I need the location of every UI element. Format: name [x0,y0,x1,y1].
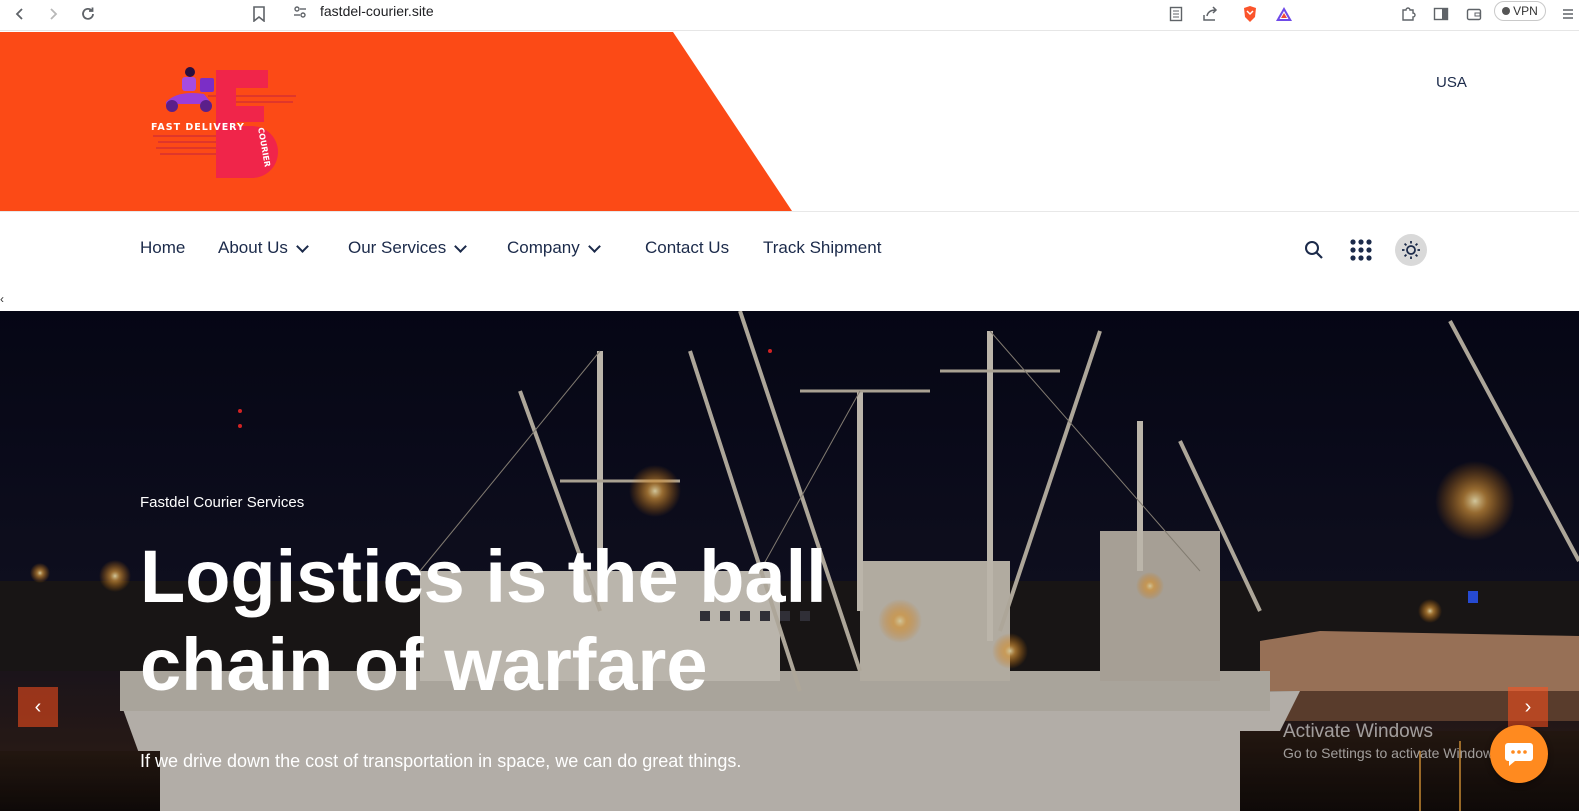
extensions-icon[interactable] [1396,2,1420,26]
nav-home[interactable]: Home [140,238,185,258]
search-icon[interactable] [1298,234,1330,266]
site-logo[interactable]: FAST DELIVERY COURIER [148,66,298,182]
reload-icon[interactable] [76,2,100,26]
hero-subtitle: If we drive down the cost of transportat… [140,751,742,771]
nav-track-shipment[interactable]: Track Shipment [763,238,881,258]
site-header: FAST DELIVERY COURIER USA [0,32,1579,211]
chat-button[interactable] [1490,725,1548,783]
wallet-icon[interactable] [1462,2,1486,26]
theme-toggle-button[interactable] [1395,234,1427,266]
nav-company[interactable]: Company [507,238,601,258]
nav-about-us[interactable]: About Us [218,238,309,258]
sidebar-icon[interactable] [1429,2,1453,26]
bookmark-icon[interactable] [247,2,271,26]
nav-track-shipment-label: Track Shipment [763,238,882,257]
share-icon[interactable] [1198,2,1222,26]
chevron-down-icon [454,239,468,253]
chevron-down-icon [296,239,309,253]
main-nav: Home About Us Our Services Company Conta… [0,211,1579,311]
back-icon[interactable] [8,2,32,26]
browser-toolbar: fastdel-courier.site VPN [0,0,1579,31]
brave-shield-icon[interactable] [1238,2,1262,26]
browser-menu-icon[interactable] [1556,2,1579,26]
vpn-status-icon [1502,7,1511,15]
vpn-label: VPN [1513,4,1538,18]
nav-contact-us[interactable]: Contact Us [645,238,729,258]
brave-rewards-icon[interactable] [1272,2,1296,26]
chevron-left-icon: ‹ [34,695,42,718]
forward-icon[interactable] [41,2,65,26]
nav-our-services-label: Our Services [348,238,447,257]
nav-about-us-label: About Us [218,238,288,257]
activate-title: Activate Windows [1283,721,1433,742]
nav-contact-us-label: Contact Us [645,238,730,257]
windows-activation-watermark: Activate Windows Go to Settings to activ… [1283,721,1504,761]
hero-slider: Fastdel Courier Services Logistics is th… [0,311,1579,811]
sun-icon [1402,241,1420,259]
site-settings-icon[interactable] [288,0,312,24]
url-text[interactable]: fastdel-courier.site [320,3,434,19]
chevron-right-icon: › [1524,695,1532,718]
vpn-button[interactable]: VPN [1494,1,1546,21]
reader-mode-icon[interactable] [1164,2,1188,26]
hero-title: Logistics is the ball chain of warfare [140,535,827,706]
chevron-down-icon [587,239,601,253]
svg-text:FAST DELIVERY: FAST DELIVERY [151,122,245,133]
hero-kicker: Fastdel Courier Services [140,494,305,511]
slider-next-button[interactable]: › [1508,687,1548,727]
country-selector[interactable]: USA [1436,74,1467,91]
nav-home-label: Home [140,238,186,257]
address-bar[interactable] [282,0,1302,27]
chevron-left-icon: ‹ [0,292,4,306]
header-orange-banner [0,32,792,211]
slider-prev-button[interactable]: ‹ [18,687,58,727]
nav-company-label: Company [507,238,580,257]
nav-our-services[interactable]: Our Services [348,238,468,258]
grid-menu-icon[interactable] [1345,234,1377,266]
activate-subtitle: Go to Settings to activate Windows. [1283,745,1504,761]
chat-icon [1505,743,1533,766]
